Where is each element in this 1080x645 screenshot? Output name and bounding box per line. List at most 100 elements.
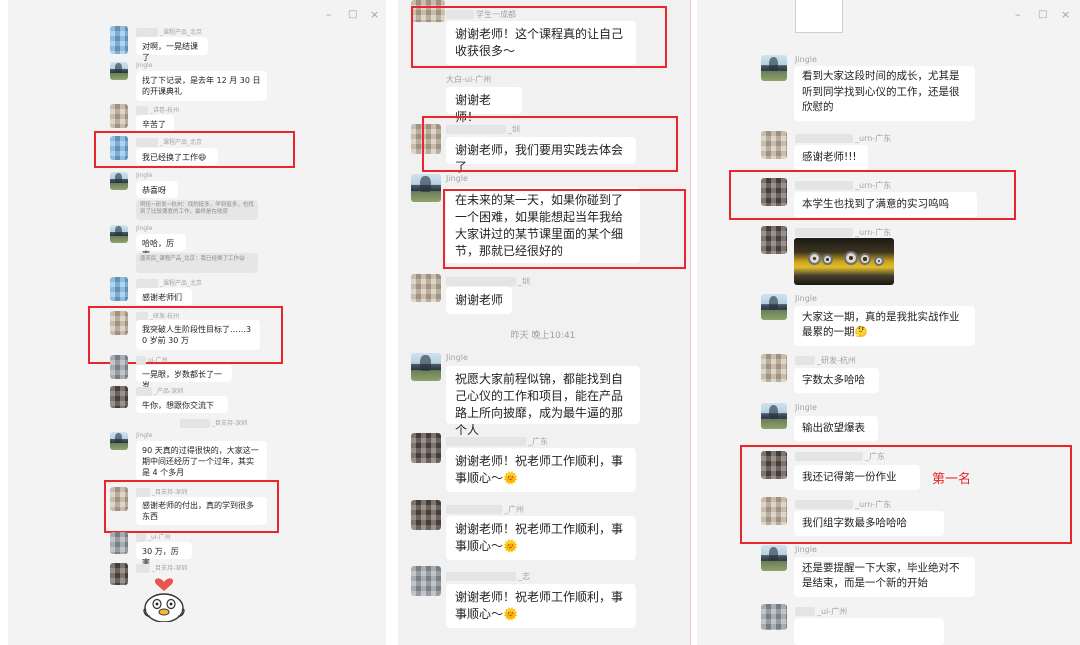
sender-name: Jingle <box>136 62 153 69</box>
close-icon[interactable]: × <box>1061 9 1070 21</box>
sender-name: Jingle <box>136 432 153 439</box>
sender-name: _课程产品_北京 <box>136 278 202 288</box>
thinking-emoji-icon: 🤔 <box>854 326 868 338</box>
message-bubble[interactable]: 30 万，厉害 <box>136 542 192 567</box>
message-bubble[interactable]: 大家这一期，真的是我批实战作业最累的一期🤔 <box>794 306 975 346</box>
jingle-avatar[interactable] <box>411 353 441 381</box>
highlight-box <box>729 170 1016 220</box>
jingle-avatar[interactable] <box>761 403 787 429</box>
sender-name: Jingle <box>136 225 153 232</box>
sender-name: 大白-ui-广州 <box>446 75 492 84</box>
message-bubble[interactable]: 谢谢老师！ <box>446 87 522 124</box>
message-bubble[interactable]: 找了下记录，是去年 12 月 30 日的开课典礼 <box>136 71 267 101</box>
chat-window-right: – □ × Jingle 看到大家这段时间的成长，尤其是听到同学找到心仪的工作，… <box>697 0 1080 645</box>
close-icon[interactable]: × <box>370 9 379 21</box>
avatar[interactable] <box>110 563 128 585</box>
timestamp: 昨天 晚上10:41 <box>510 331 576 341</box>
jingle-avatar[interactable] <box>761 545 787 571</box>
maximize-icon[interactable]: □ <box>348 9 357 21</box>
sender-name: Jingle <box>446 353 468 362</box>
message-bubble[interactable]: 看到大家这段时间的成长，尤其是听到同学找到心仪的工作，还是很欣慰的 <box>794 66 975 121</box>
jingle-avatar[interactable] <box>110 225 128 243</box>
avatar[interactable] <box>110 104 128 128</box>
sun-emoji-icon: 🌞 <box>503 539 518 553</box>
highlight-box <box>443 189 686 269</box>
chat-window-middle: 学生一成都 谢谢老师！这个课程真的让自己收获很多～ 大白-ui-广州 谢谢老师！… <box>398 0 691 645</box>
jingle-avatar[interactable] <box>110 172 128 190</box>
message-bubble[interactable]: 牛你，想跟你交流下 <box>136 396 228 413</box>
message-bubble[interactable]: 90 天真的过得很快的，大家这一期中间还经历了一个过年，其实是 4 个多月 <box>136 441 267 481</box>
message-bubble[interactable]: 辛苦了 <box>136 115 174 132</box>
highlight-box <box>94 131 295 168</box>
avatar[interactable] <box>110 355 128 379</box>
sender-name: Jingle <box>795 545 817 554</box>
sender-name: _ui-广州 <box>136 532 171 542</box>
sender-name: _讲卷-杭州 <box>136 105 179 115</box>
sender-name: _圳 <box>446 276 530 287</box>
message-bubble[interactable]: 谢谢老师！祝老师工作顺利，事事顺心～🌞 <box>446 584 636 628</box>
avatar[interactable] <box>110 532 128 554</box>
jingle-avatar[interactable] <box>110 62 128 80</box>
sun-emoji-icon: 🌞 <box>503 607 518 621</box>
sun-emoji-icon: 🌞 <box>503 471 518 485</box>
jingle-avatar[interactable] <box>110 432 128 450</box>
avatar[interactable] <box>110 277 128 301</box>
avatar[interactable] <box>761 226 787 254</box>
message-bubble[interactable]: 祝愿大家前程似锦，都能找到自己心仪的工作和项目，能在产品路上所向披靡，成为最牛逼… <box>446 366 640 437</box>
message-bubble[interactable]: 一晃眼，岁数都长了一岁 <box>136 365 232 390</box>
message-bubble[interactable]: 感谢老师们 <box>136 288 192 305</box>
message-bubble[interactable]: 还是要提醒一下大家，毕业绝对不是结束，而是一个新的开始 <box>794 557 975 597</box>
quoted-message[interactable]: 唐奕民_课程产品_北京：我已经换了工作😄 <box>136 253 258 273</box>
avatar[interactable] <box>761 131 787 159</box>
message-bubble[interactable]: 谢谢老师！祝老师工作顺利，事事顺心～🌞 <box>446 448 636 492</box>
message-bubble[interactable]: 哈哈，厉害 <box>136 234 186 259</box>
sender-name: _目支持-深圳 <box>180 418 247 428</box>
sender-name: _ui-广州 <box>795 606 847 617</box>
sender-name: _研发-杭州 <box>795 355 856 366</box>
sender-name: _urn-广东 <box>795 227 891 238</box>
avatar[interactable] <box>110 26 128 54</box>
avatar[interactable] <box>411 274 441 302</box>
minions-image[interactable] <box>794 238 894 285</box>
avatar[interactable] <box>110 386 128 408</box>
avatar[interactable] <box>411 566 441 596</box>
highlight-box <box>740 445 1072 544</box>
sender-name: Jingle <box>446 174 468 183</box>
quoted-message[interactable]: 明佳~研发~杭州：找的挺多，学到挺多，也找到了比较满意的工作，最终是在收获 <box>136 200 258 220</box>
sender-name: _产品-深圳 <box>136 386 183 396</box>
sender-name: _urn-广东 <box>795 133 891 144</box>
sender-name: _目支持-深圳 <box>136 563 187 573</box>
message-bubble[interactable]: 感谢老师!!! <box>794 145 868 170</box>
avatar[interactable] <box>411 433 441 463</box>
message-bubble[interactable]: 输出欲望爆表 <box>794 416 878 441</box>
message-bubble[interactable]: 谢谢老师！祝老师工作顺利，事事顺心～🌞 <box>446 516 636 560</box>
message-bubble[interactable]: 谢谢老师 <box>446 287 512 314</box>
sender-name: _广东 <box>446 436 548 447</box>
avatar[interactable] <box>411 500 441 530</box>
jingle-avatar[interactable] <box>411 174 441 202</box>
sender-name: _志 <box>446 571 530 582</box>
sender-name: Jingle <box>795 55 817 64</box>
partial-image[interactable] <box>795 0 843 33</box>
message-bubble[interactable]: 对啊，一晃结课了 <box>136 37 208 62</box>
duck-heart-sticker[interactable] <box>138 574 190 622</box>
avatar[interactable] <box>761 354 787 382</box>
jingle-avatar[interactable] <box>761 294 787 320</box>
sender-name: _课程产品_北京 <box>136 27 202 37</box>
highlight-box <box>422 116 678 172</box>
jingle-avatar[interactable] <box>761 55 787 81</box>
minimize-icon[interactable]: – <box>1015 9 1021 21</box>
sender-name: ui-广州 <box>136 355 168 365</box>
maximize-icon[interactable]: □ <box>1038 9 1047 21</box>
sender-name: _广州 <box>446 504 524 515</box>
highlight-box <box>411 6 667 68</box>
sender-name: Jingle <box>795 294 817 303</box>
message-bubble[interactable]: 字数太多哈哈 <box>794 368 879 393</box>
sender-name: Jingle <box>136 172 153 179</box>
chat-window-left: – □ × _课程产品_北京 对啊，一晃结课了 Jingle 找了下记录，是去年… <box>8 0 386 645</box>
minimize-icon[interactable]: – <box>326 9 332 21</box>
message-bubble[interactable] <box>794 618 944 645</box>
message-bubble[interactable]: 恭喜呀 <box>136 181 178 198</box>
avatar[interactable] <box>761 604 787 630</box>
grin-emoji-icon: 😄 <box>239 256 245 262</box>
